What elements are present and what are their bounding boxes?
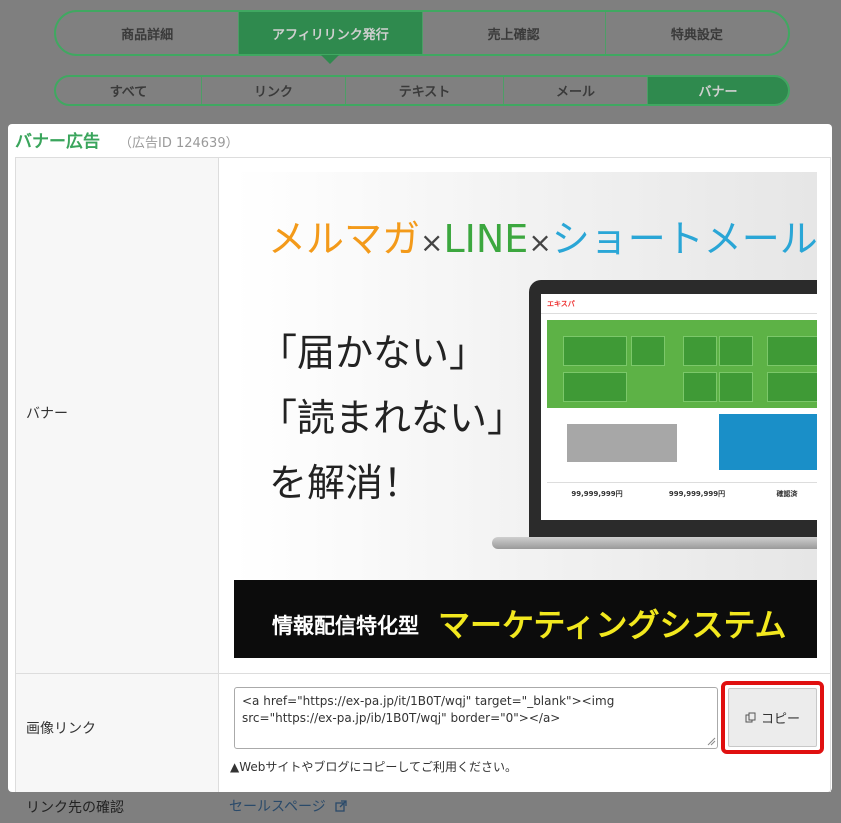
divider — [830, 157, 831, 792]
banner-image: メルマガ×LINE×ショートメール 「届かない」 「読まれない」 を解消！ エキ… — [234, 172, 817, 658]
copy-button[interactable]: コピー — [728, 688, 817, 747]
banner-quote-2: 「読まれない」 — [259, 396, 526, 440]
sales-page-link[interactable]: セールスページ — [229, 796, 347, 816]
laptop-illustration: エキスパ 99,999,999円 999,999,999円 確認済 — [529, 280, 817, 542]
screen-tile — [683, 336, 717, 366]
tab-all[interactable]: すべて — [56, 77, 201, 104]
banner-bottom-band: 情報配信特化型 マーケティングシステム — [234, 580, 817, 658]
screen-tile — [563, 336, 627, 366]
laptop-base — [492, 537, 817, 549]
headline-times: × — [528, 226, 552, 259]
screen-tile — [683, 372, 717, 402]
divider — [15, 157, 830, 158]
banner-quote-1: 「届かない」 — [259, 331, 488, 375]
banner-quote-3: を解消！ — [269, 461, 422, 505]
copy-button-highlight: コピー — [721, 681, 824, 754]
banner-headline: メルマガ×LINE×ショートメール — [268, 208, 817, 263]
screen-brand: エキスパ — [541, 294, 817, 314]
divider — [218, 157, 219, 792]
secondary-tabs: すべて リンク テキスト メール バナー — [54, 75, 790, 106]
copy-button-label: コピー — [760, 712, 800, 727]
tab-product-detail[interactable]: 商品詳細 — [56, 12, 238, 54]
screen-gray-panel — [567, 424, 677, 462]
divider — [15, 157, 16, 792]
tab-link[interactable]: リンク — [201, 77, 345, 104]
screen-tile — [767, 336, 817, 366]
screen-stats: 99,999,999円 999,999,999円 確認済 — [547, 482, 817, 518]
headline-line: LINE — [443, 217, 529, 261]
banner-code-textarea[interactable] — [234, 687, 718, 749]
banner-bottom-text-1: 情報配信特化型 — [272, 614, 419, 638]
ad-id: （広告ID 124639） — [119, 136, 239, 151]
screen-blue-panel — [719, 414, 817, 470]
screen-tile — [719, 336, 753, 366]
image-link-row-label: 画像リンク — [26, 721, 96, 737]
tab-text[interactable]: テキスト — [345, 77, 503, 104]
screen-tile — [631, 336, 665, 366]
screen-stat: 99,999,999円 — [571, 490, 623, 498]
screen-stat: 999,999,999円 — [668, 490, 726, 498]
tab-mail[interactable]: メール — [503, 77, 647, 104]
banner-bottom-text-2: マーケティングシステム — [438, 606, 787, 644]
screen-stat: 確認済 — [776, 490, 798, 498]
tab-banner[interactable]: バナー — [647, 77, 788, 104]
primary-tabs: 商品詳細 アフィリリンク発行 売上確認 特典設定 — [54, 10, 790, 64]
banner-row-label: バナー — [26, 406, 68, 422]
laptop-screen: エキスパ 99,999,999円 999,999,999円 確認済 — [541, 294, 817, 520]
headline-sms: ショートメール — [551, 217, 817, 261]
link-check-label: リンク先の確認 — [26, 800, 124, 816]
screen-tile — [767, 372, 817, 402]
divider — [15, 673, 830, 674]
headline-mailmag: メルマガ — [268, 217, 421, 261]
tab-bonus-settings[interactable]: 特典設定 — [604, 12, 788, 54]
banner-modal: バナー広告 （広告ID 124639） バナー 画像リンク メルマガ×LINE×… — [8, 124, 832, 792]
screen-tile — [563, 372, 627, 402]
screen-tile — [719, 372, 753, 402]
tab-sales[interactable]: 売上確認 — [421, 12, 605, 54]
modal-title: バナー広告 — [15, 132, 100, 152]
copy-icon — [745, 712, 756, 722]
sales-page-link-text: セールスページ — [229, 799, 326, 815]
resize-grip-icon[interactable] — [706, 736, 716, 746]
headline-times: × — [420, 226, 444, 259]
screen-menu-area — [547, 320, 817, 408]
usage-note: ▲Webサイトやブログにコピーしてご利用ください。 — [230, 760, 518, 774]
external-link-icon — [335, 800, 347, 812]
tab-affiliate-link[interactable]: アフィリリンク発行 — [238, 12, 422, 64]
